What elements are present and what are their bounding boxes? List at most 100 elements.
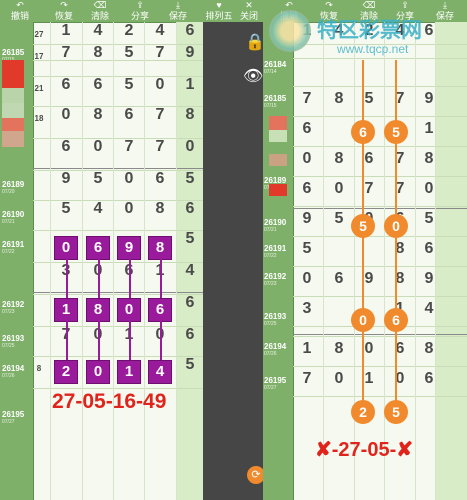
- highlighted-digit: 6: [86, 236, 110, 260]
- circled-digit: 2: [351, 400, 375, 424]
- grid-line: [33, 388, 203, 389]
- omission-count: 21: [34, 84, 44, 93]
- redo-label: 恢复: [54, 11, 73, 21]
- digit-cell: 6: [93, 76, 103, 93]
- green-block: [2, 88, 24, 103]
- save-icon: ⤓: [176, 0, 180, 10]
- box-connector: [129, 258, 131, 298]
- clear-label: 清除: [90, 11, 109, 21]
- issue-number: 26193 07/25: [2, 334, 25, 349]
- digit-cell: 8: [185, 106, 195, 123]
- digit-cell: 5: [185, 230, 195, 247]
- clear-button[interactable]: ⌫ 清除: [82, 0, 118, 22]
- box-connector: [98, 258, 100, 298]
- circled-digit: 6: [351, 120, 375, 144]
- box-connector: [129, 320, 131, 360]
- digit-cell: 1: [185, 76, 195, 93]
- digit-cell: 6: [185, 294, 195, 311]
- red-block: [269, 184, 287, 196]
- digit-cell: 6: [185, 326, 195, 343]
- digit-cell: 5: [93, 170, 103, 187]
- right-chart-pane: ↶ 撤销 ↷ 恢复 ⌫ 清除 ⇪ 分享 ⤓ 保存 26184 07/14 26185 07/15…: [263, 0, 467, 500]
- undo-button[interactable]: ↶ 撤销: [2, 0, 38, 22]
- box-connector: [66, 320, 68, 360]
- grid-line: [33, 230, 203, 231]
- digit-cell: 0: [124, 200, 134, 217]
- divider-line: [33, 168, 203, 169]
- digit-cell: 6: [124, 106, 134, 123]
- digit-cell: 6: [155, 170, 165, 187]
- lock-icon[interactable]: 🔒: [245, 32, 265, 52]
- left-chart-pane: ↶撤销 ↷恢复 ⌫清除 ⇪分享 ⤓保存 2618507/152618907/20…: [0, 0, 203, 500]
- box-connector: [160, 320, 162, 360]
- omission-count: 18: [34, 114, 44, 123]
- circled-digit: 5: [384, 120, 408, 144]
- grid-column-line: [50, 22, 51, 500]
- right-annotation: ✘-27-05-✘: [315, 439, 413, 461]
- issue-number: 26194 07/26: [2, 364, 25, 379]
- grid-line: [33, 294, 203, 295]
- grid-line: [33, 356, 203, 357]
- highlighted-digit: 8: [86, 298, 110, 322]
- circled-digit: 6: [384, 308, 408, 332]
- salmon-block: [269, 116, 287, 130]
- left-toolbar: ↶ 撤销 ↷ 恢复 ⌫ 清除 ⇪ 分享 ⤓ 保存: [0, 0, 203, 23]
- close-label: 关闭: [239, 11, 258, 21]
- omission-count: 27: [34, 30, 44, 39]
- grid-column-line: [113, 22, 114, 500]
- circled-digit: 0: [351, 308, 375, 332]
- highlighted-digit: 2: [54, 360, 78, 384]
- salmon-block: [2, 118, 24, 131]
- digit-cell: 6: [61, 138, 71, 155]
- tan-block: [2, 131, 24, 147]
- digit-cell: 4: [155, 22, 165, 39]
- digit-cell: 4: [93, 22, 103, 39]
- undo-label: 撤销: [10, 11, 29, 21]
- highlighted-digit: 4: [148, 360, 172, 384]
- highlighted-digit: 0: [117, 298, 141, 322]
- circled-digit: 5: [351, 214, 375, 238]
- issue-number: 26195 07/27: [2, 410, 25, 425]
- digit-cell: 6: [61, 76, 71, 93]
- digit-cell: 9: [61, 170, 71, 187]
- close-button[interactable]: ✕ 关闭: [235, 0, 263, 22]
- center-divider: ♥ 排列五 ✕ 关闭 🔒 👁 ⟳: [203, 0, 265, 500]
- trend-lines: [362, 60, 397, 412]
- grid-column-line: [176, 22, 177, 500]
- digit-cell: 8: [93, 44, 103, 61]
- issue-number: 26192 07/23: [2, 300, 25, 315]
- digit-cell: 5: [61, 200, 71, 217]
- divider-line: [33, 292, 203, 293]
- tan-block: [269, 154, 287, 166]
- digit-cell: 5: [124, 44, 134, 61]
- digit-cell: 8: [93, 106, 103, 123]
- save-button[interactable]: ⤓ 保存: [160, 0, 196, 22]
- red-block: [2, 60, 24, 88]
- redo-icon: ↷: [60, 0, 68, 10]
- circled-digit: 5: [384, 400, 408, 424]
- digit-cell: 6: [185, 200, 195, 217]
- share-button[interactable]: ⇪ 分享: [122, 0, 158, 22]
- highlighted-digit: 9: [117, 236, 141, 260]
- digit-cell: 4: [93, 200, 103, 217]
- heart-icon: ♥: [216, 0, 222, 10]
- issue-number: 26191 07/22: [2, 240, 25, 255]
- grid-column-line: [82, 22, 83, 500]
- eye-icon[interactable]: 👁: [243, 66, 263, 86]
- redo-button[interactable]: ↷ 恢复: [46, 0, 82, 22]
- middle-toolbar: ♥ 排列五 ✕ 关闭: [203, 0, 263, 22]
- highlighted-digit: 0: [54, 236, 78, 260]
- lottery-type-button[interactable]: ♥ 排列五: [203, 0, 235, 22]
- circled-digit: 0: [384, 214, 408, 238]
- digit-cell: 8: [155, 200, 165, 217]
- omission-count: 8: [36, 364, 42, 373]
- digit-cell: 7: [155, 138, 165, 155]
- share-icon: ⇪: [136, 0, 144, 10]
- box-connector: [66, 258, 68, 298]
- digit-cell: 2: [124, 22, 134, 39]
- left-color-strip: [2, 60, 24, 160]
- digit-cell: 0: [61, 106, 71, 123]
- close-icon: ✕: [245, 0, 253, 10]
- digit-cell: 6: [185, 22, 195, 39]
- digit-cell: 7: [155, 106, 165, 123]
